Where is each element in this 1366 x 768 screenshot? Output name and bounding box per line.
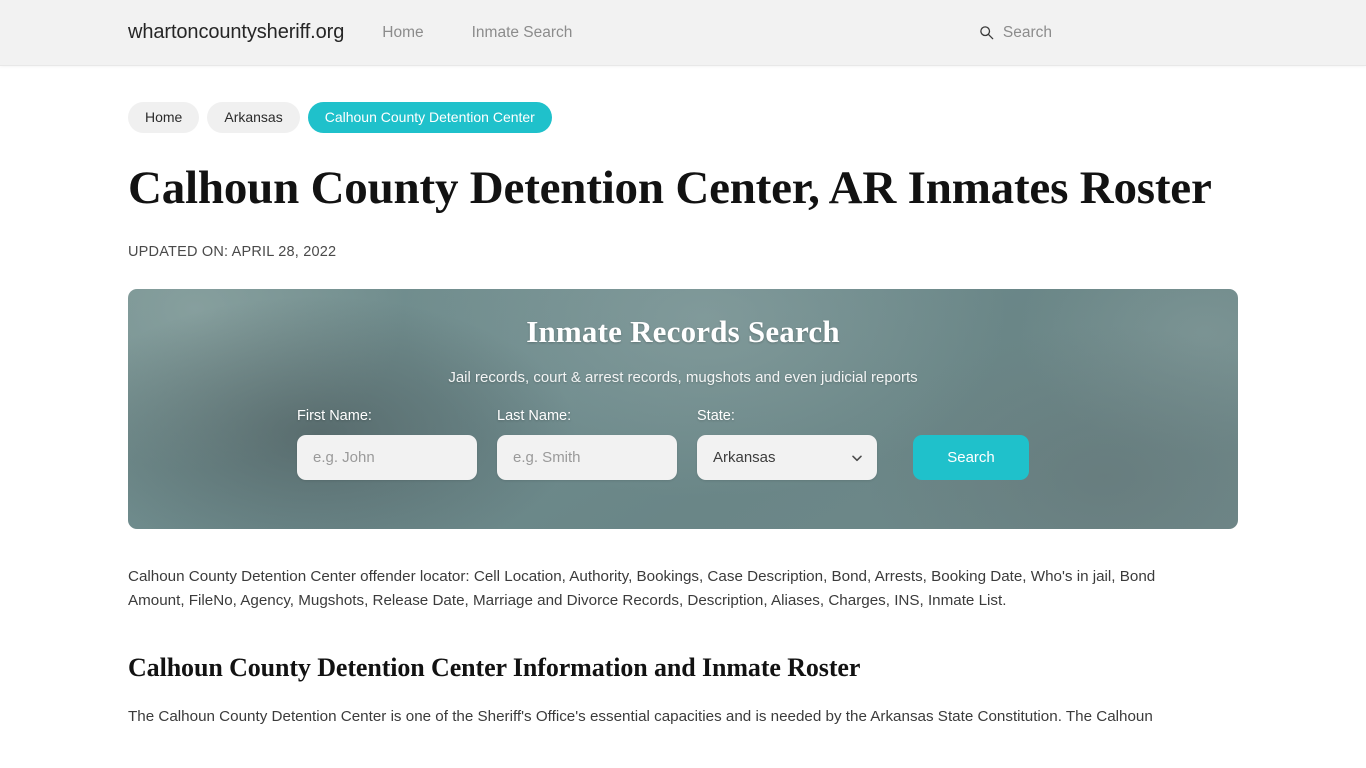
main-nav: Home Inmate Search (382, 24, 572, 42)
page-content: Home Arkansas Calhoun County Detention C… (0, 66, 1366, 729)
header-search-trigger[interactable]: Search (979, 24, 1238, 42)
breadcrumb-item-arkansas[interactable]: Arkansas (207, 102, 300, 133)
page-title: Calhoun County Detention Center, AR Inma… (128, 162, 1212, 214)
section-heading-information-roster: Calhoun County Detention Center Informat… (128, 653, 861, 683)
state-select[interactable]: Arkansas (697, 435, 877, 481)
search-submit-button[interactable]: Search (913, 435, 1029, 481)
first-name-label: First Name: (297, 408, 372, 425)
inmate-records-search-panel: Inmate Records Search Jail records, cour… (128, 289, 1238, 530)
first-name-field-group: First Name: (297, 408, 477, 481)
detention-center-description-paragraph: The Calhoun County Detention Center is o… (128, 708, 1153, 726)
last-name-label: Last Name: (497, 408, 572, 425)
site-brand[interactable]: whartoncountysheriff.org (128, 21, 344, 44)
state-field-group: State: Arkansas (697, 408, 877, 481)
hero-subtitle: Jail records, court & arrest records, mu… (448, 369, 918, 387)
updated-on-label: UPDATED ON: APRIL 28, 2022 (128, 244, 337, 261)
breadcrumb-item-current[interactable]: Calhoun County Detention Center (307, 102, 552, 133)
site-header: whartoncountysheriff.org Home Inmate Sea… (0, 0, 1366, 66)
header-inner: whartoncountysheriff.org Home Inmate Sea… (0, 21, 1366, 44)
nav-item-home[interactable]: Home (382, 24, 423, 42)
inmate-search-form: First Name: Last Name: State: Arkansas (128, 408, 1238, 481)
last-name-field-group: Last Name: (497, 408, 677, 481)
last-name-input[interactable] (497, 435, 677, 481)
search-icon (979, 25, 994, 40)
breadcrumb: Home Arkansas Calhoun County Detention C… (128, 66, 1238, 133)
nav-item-inmate-search[interactable]: Inmate Search (472, 24, 573, 42)
breadcrumb-item-home[interactable]: Home (128, 102, 200, 133)
offender-locator-paragraph: Calhoun County Detention Center offender… (128, 568, 1156, 610)
state-select-wrap: Arkansas (697, 435, 877, 481)
first-name-input[interactable] (297, 435, 477, 481)
header-search-label: Search (1002, 23, 1052, 41)
state-label: State: (697, 408, 735, 425)
hero-title: Inmate Records Search (526, 314, 840, 350)
